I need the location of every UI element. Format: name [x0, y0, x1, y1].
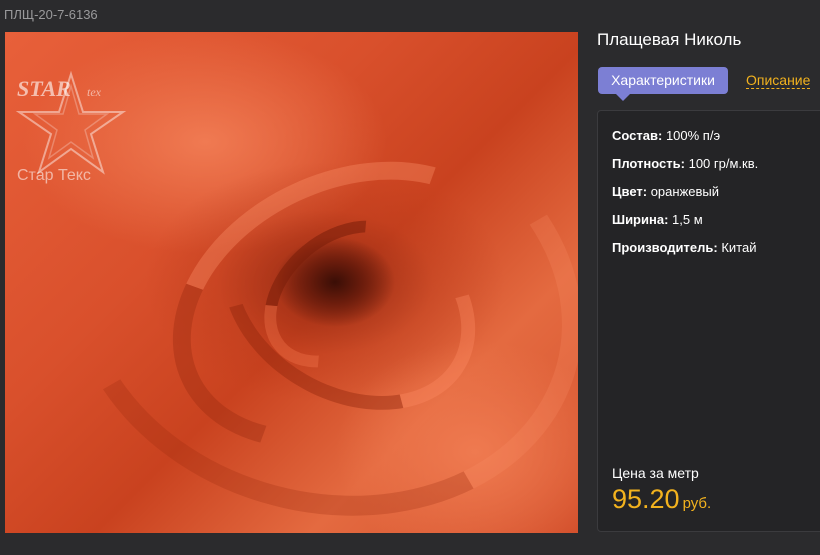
- spec-value: 100% п/э: [665, 128, 721, 143]
- spec-row-density: Плотность: 100 гр/м.кв.: [612, 155, 758, 183]
- tab-characteristics[interactable]: Характеристики: [598, 67, 728, 101]
- specs-card: Состав: 100% п/э Плотность: 100 гр/м.кв.…: [597, 110, 820, 532]
- logo-brand-cyrillic: Стар Текс: [17, 167, 91, 184]
- specs-list: Состав: 100% п/э Плотность: 100 гр/м.кв.…: [612, 127, 758, 267]
- spec-value: 1,5 м: [672, 212, 703, 227]
- active-tab-pointer: [616, 94, 630, 101]
- spec-key: Цвет:: [612, 184, 648, 199]
- spec-key: Производитель:: [612, 240, 718, 255]
- tab-characteristics-label: Характеристики: [611, 72, 715, 88]
- price-currency: руб.: [682, 495, 712, 512]
- product-sku: ПЛЩ-20-7-6136: [4, 7, 98, 22]
- price: 95.20 руб.: [612, 484, 711, 515]
- spec-row-color: Цвет: оранжевый: [612, 183, 758, 211]
- spec-value: 100 гр/м.кв.: [688, 156, 759, 171]
- logo-brand-suffix: tex: [87, 85, 102, 99]
- price-value: 95.20: [612, 484, 680, 514]
- spec-row-composition: Состав: 100% п/э: [612, 127, 758, 155]
- price-label: Цена за метр: [612, 465, 699, 481]
- spec-value: оранжевый: [650, 184, 720, 199]
- tab-description[interactable]: Описание: [746, 72, 811, 89]
- spec-key: Плотность:: [612, 156, 685, 171]
- spec-key: Состав:: [612, 128, 663, 143]
- spec-row-width: Ширина: 1,5 м: [612, 211, 758, 239]
- product-photo[interactable]: STAR tex Стар Текс: [5, 32, 578, 533]
- spec-key: Ширина:: [612, 212, 669, 227]
- spec-row-manufacturer: Производитель: Китай: [612, 239, 758, 267]
- logo-brand-latin: STAR: [17, 76, 71, 101]
- spec-value: Китай: [721, 240, 757, 255]
- startex-logo-watermark: STAR tex Стар Текс: [13, 54, 133, 194]
- product-title: Плащевая Николь: [597, 30, 742, 49]
